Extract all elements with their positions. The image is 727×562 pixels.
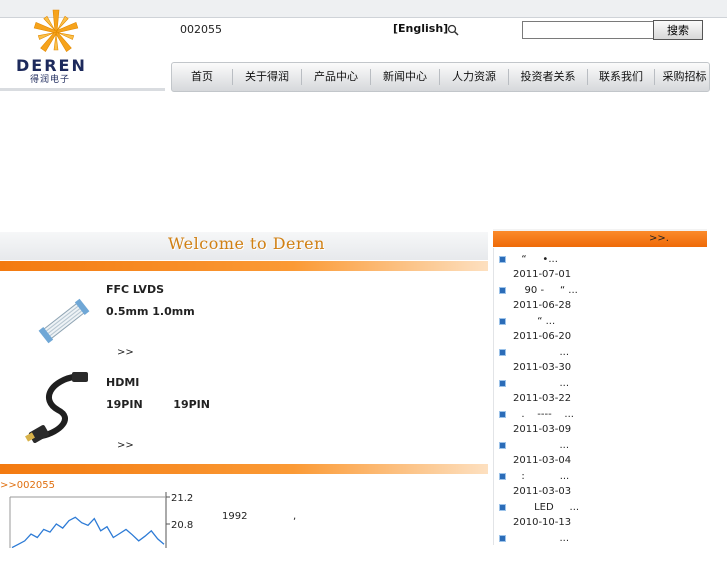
news-header-bar bbox=[493, 231, 707, 247]
search-button[interactable]: 搜索 bbox=[653, 20, 703, 40]
intro-text: , bbox=[293, 511, 297, 522]
news-title[interactable]: LED ... bbox=[515, 502, 579, 513]
search-input[interactable] bbox=[522, 21, 658, 39]
news-date: 2011-03-22 bbox=[513, 393, 572, 404]
news-date: 2011-03-09 bbox=[513, 424, 572, 435]
bullet-icon bbox=[499, 318, 506, 325]
nav-products[interactable]: 产品中心 bbox=[302, 69, 371, 85]
nav-contact[interactable]: 联系我们 bbox=[588, 69, 655, 85]
news-list: “ •... 2011-07-01 90 - “ ... 2011-06-28 “ … bbox=[493, 252, 707, 562]
logo-underline bbox=[0, 88, 165, 91]
nav-procurement[interactable]: 采购招标 bbox=[655, 69, 714, 85]
bullet-icon bbox=[499, 411, 506, 418]
news-title[interactable]: . ---- ... bbox=[515, 409, 574, 420]
nav-home[interactable]: 首页 bbox=[172, 69, 233, 85]
nav-hr[interactable]: 人力资源 bbox=[440, 69, 509, 85]
welcome-divider bbox=[0, 261, 488, 271]
news-date: 2011-07-01 bbox=[513, 269, 572, 280]
news-more-link[interactable]: >>. bbox=[649, 233, 669, 244]
nav-investors[interactable]: 投资者关系 bbox=[509, 69, 588, 85]
news-title[interactable]: ... bbox=[515, 347, 570, 358]
chart-series-line bbox=[11, 516, 165, 548]
nav-about[interactable]: 关于得润 bbox=[233, 69, 302, 85]
news-date: 2011-03-03 bbox=[513, 486, 572, 497]
search-icon[interactable] bbox=[447, 24, 459, 39]
news-item[interactable]: LED ... 2010-10-13 bbox=[493, 500, 707, 531]
english-link[interactable]: [English] bbox=[393, 22, 448, 35]
news-item[interactable]: ... 2011-03-30 bbox=[493, 345, 707, 376]
product-spec-ffc: 0.5mm 1.0mm bbox=[106, 305, 195, 318]
top-strip bbox=[0, 0, 727, 18]
deren-logo[interactable]: DEREN 得润电子 bbox=[10, 8, 102, 86]
bullet-icon bbox=[499, 473, 506, 480]
news-date: 2011-03-04 bbox=[513, 455, 572, 466]
chart-tick-label-2: 20.8 bbox=[171, 520, 193, 531]
product-name-ffc[interactable]: FFC LVDS bbox=[106, 283, 164, 296]
news-title[interactable]: : ... bbox=[515, 471, 569, 482]
product-image-hdmi[interactable] bbox=[20, 370, 98, 448]
news-item[interactable]: : ... 2011-03-03 bbox=[493, 469, 707, 500]
news-item[interactable]: ... 2011-03-22 bbox=[493, 376, 707, 407]
nav-news[interactable]: 新闻中心 bbox=[371, 69, 440, 85]
news-item[interactable]: “ •... 2011-07-01 bbox=[493, 252, 707, 283]
chart-tick-label-1: 21.2 bbox=[171, 493, 193, 504]
main-nav: 首页 关于得润 产品中心 新闻中心 人力资源 投资者关系 联系我们 采购招标 bbox=[171, 62, 710, 92]
news-title[interactable]: “ ... bbox=[515, 316, 555, 327]
news-title[interactable]: “ •... bbox=[515, 254, 558, 265]
banner-area bbox=[0, 92, 727, 230]
bullet-icon bbox=[499, 535, 506, 542]
logo-chinese-name: 得润电子 bbox=[30, 75, 71, 85]
product-more-hdmi[interactable]: >> bbox=[117, 440, 134, 451]
news-item[interactable]: ... 2011-03-04 bbox=[493, 438, 707, 469]
news-title[interactable]: 90 - “ ... bbox=[515, 285, 578, 296]
news-item[interactable]: ... bbox=[493, 531, 707, 562]
bullet-icon bbox=[499, 504, 506, 511]
stock-code: 002055 bbox=[180, 23, 222, 36]
news-date: 2011-06-28 bbox=[513, 300, 572, 311]
product-name-hdmi[interactable]: HDMI bbox=[106, 376, 139, 389]
news-date: 2011-06-20 bbox=[513, 331, 572, 342]
news-item[interactable]: 90 - “ ... 2011-06-28 bbox=[493, 283, 707, 314]
news-item[interactable]: . ---- ... 2011-03-09 bbox=[493, 407, 707, 438]
news-title[interactable]: ... bbox=[515, 533, 570, 544]
bullet-icon bbox=[499, 349, 506, 356]
product-more-ffc[interactable]: >> bbox=[117, 347, 134, 358]
bullet-icon bbox=[499, 442, 506, 449]
news-title[interactable]: ... bbox=[515, 440, 570, 451]
bullet-icon bbox=[499, 380, 506, 387]
news-item[interactable]: “ ... 2011-06-20 bbox=[493, 314, 707, 345]
product-image-ffc[interactable] bbox=[34, 293, 94, 349]
news-title[interactable]: ... bbox=[515, 378, 570, 389]
bullet-icon bbox=[499, 287, 506, 294]
stock-chart: 21.2 20.8 bbox=[9, 492, 193, 548]
product-spec-hdmi: 19PIN 19PIN bbox=[106, 398, 210, 411]
news-date: 2010-10-13 bbox=[513, 517, 572, 528]
intro-year: 1992 bbox=[222, 511, 248, 522]
bullet-icon bbox=[499, 256, 506, 263]
news-date: 2011-03-30 bbox=[513, 362, 572, 373]
welcome-title: Welcome to Deren bbox=[168, 234, 325, 253]
products-divider bbox=[0, 464, 488, 474]
